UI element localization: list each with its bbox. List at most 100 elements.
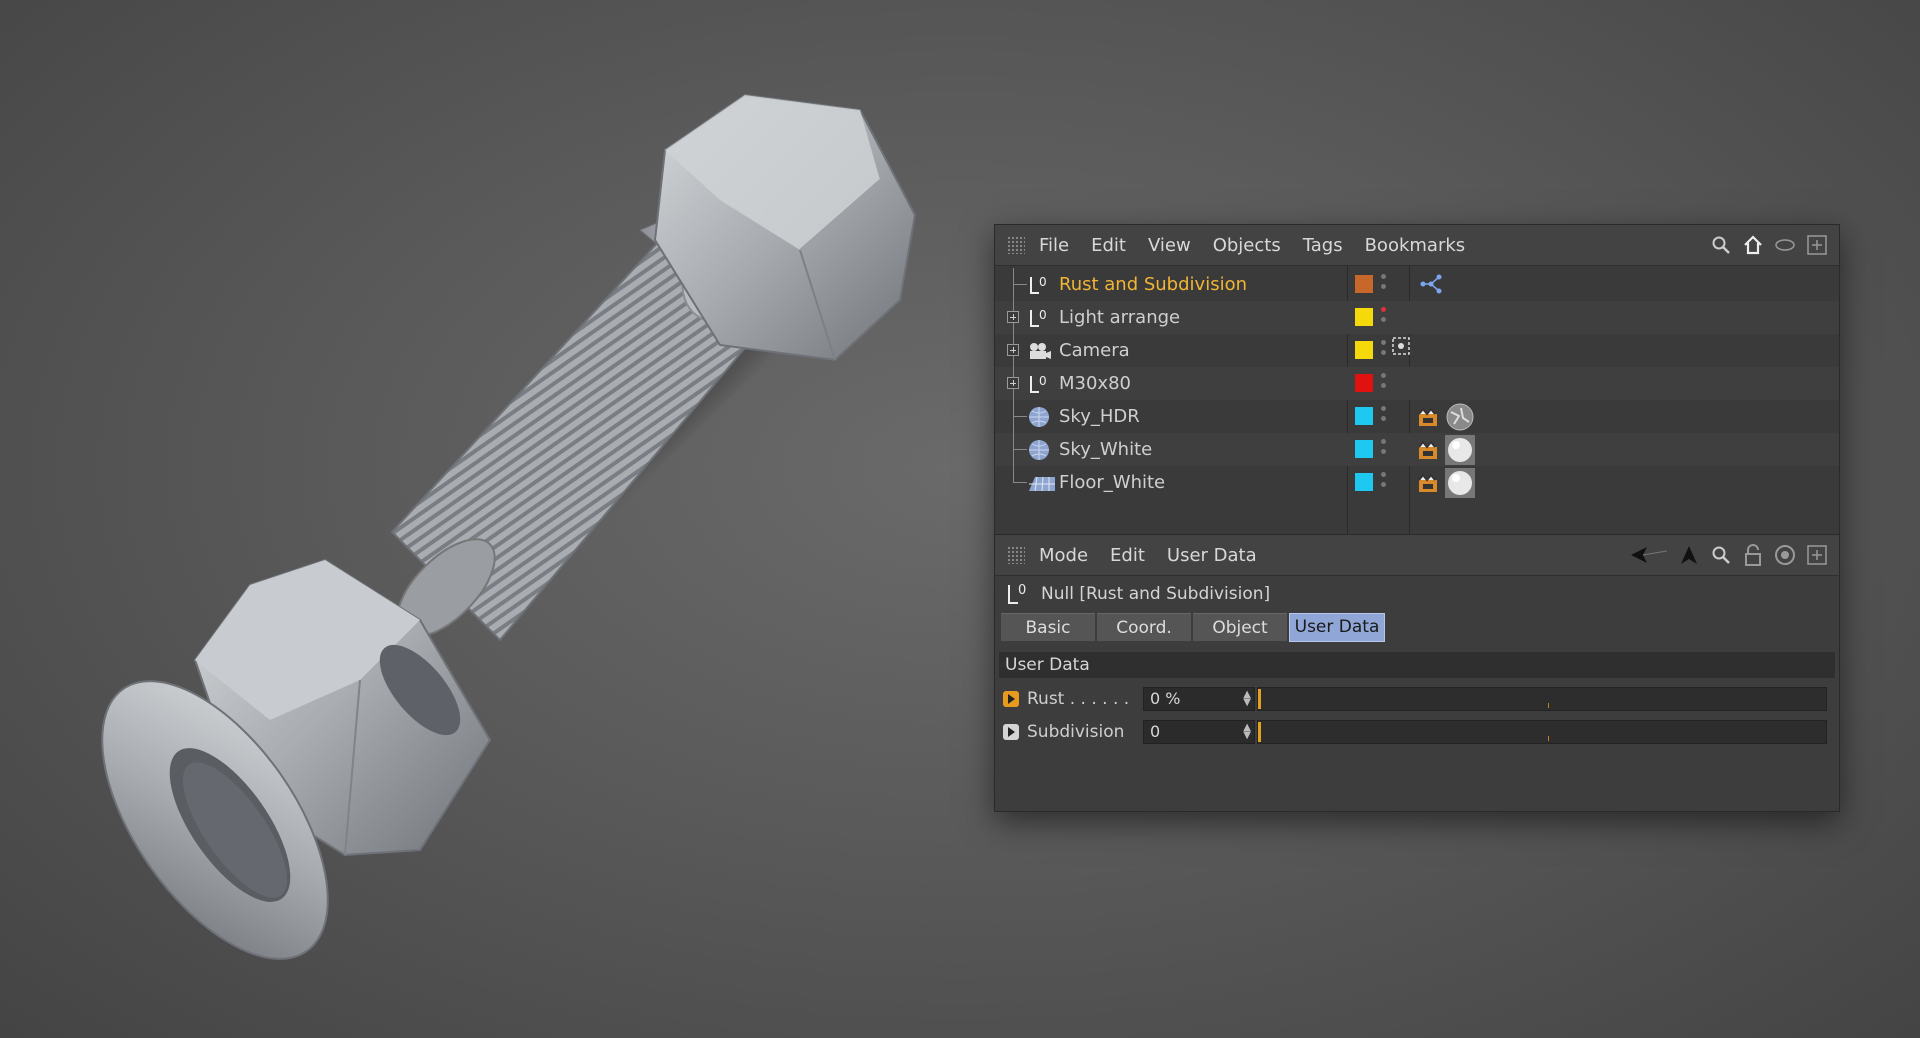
object-name[interactable]: Floor_White (1059, 472, 1165, 493)
material-sphere-icon[interactable] (1445, 468, 1475, 498)
tab-user-data[interactable]: User Data (1289, 612, 1385, 642)
menu-objects[interactable]: Objects (1213, 235, 1281, 256)
subdivision-value: 0 (1150, 722, 1161, 741)
spinner-arrows-icon[interactable]: ▲ ▼ (1243, 689, 1251, 707)
object-name[interactable]: M30x80 (1059, 373, 1131, 394)
menu-bookmarks[interactable]: Bookmarks (1365, 235, 1466, 256)
svg-text:0: 0 (1018, 583, 1026, 598)
back-arrow-icon[interactable] (1629, 543, 1669, 567)
menu-tags[interactable]: Tags (1303, 235, 1343, 256)
object-tags (1391, 336, 1411, 356)
object-row-floor-white[interactable]: Floor_White (995, 466, 1839, 499)
object-row-rust-and-subdivision[interactable]: 0 Rust and Subdivision (995, 268, 1839, 301)
material-sphere-icon[interactable] (1445, 435, 1475, 465)
menu-file[interactable]: File (1039, 235, 1069, 256)
object-list: 0 Rust and Subdivision 0 Light arrange C… (995, 266, 1839, 535)
camera-target-tag-icon[interactable] (1391, 336, 1411, 356)
slider-knob[interactable] (1258, 721, 1261, 742)
object-name[interactable]: Camera (1059, 340, 1130, 361)
svg-text:0: 0 (1039, 308, 1047, 322)
viewport-render (101, 93, 917, 960)
layer-color-swatch[interactable] (1355, 407, 1373, 425)
spinner-arrows-icon[interactable]: ▲ ▼ (1243, 722, 1251, 740)
visibility-dots[interactable] (1381, 307, 1387, 329)
rust-slider[interactable] (1257, 686, 1827, 711)
new-panel-icon[interactable] (1805, 543, 1829, 567)
visibility-dots[interactable] (1381, 439, 1387, 461)
menu-view[interactable]: View (1148, 235, 1191, 256)
attribute-object-title: 0 Null [Rust and Subdivision] (995, 576, 1839, 612)
expand-icon[interactable] (1007, 311, 1019, 323)
menu-edit[interactable]: Edit (1110, 545, 1145, 566)
visibility-dots[interactable] (1381, 406, 1387, 428)
object-row-m30x80[interactable]: 0 M30x80 (995, 367, 1839, 400)
subdivision-slider[interactable] (1257, 719, 1827, 744)
param-subdivision: Subdivision 0 ▲ ▼ (995, 715, 1839, 748)
layer-color-swatch[interactable] (1355, 440, 1373, 458)
layer-color-swatch[interactable] (1355, 473, 1373, 491)
eye-icon[interactable] (1773, 233, 1797, 257)
rust-value-field[interactable]: 0 % ▲ ▼ (1143, 686, 1255, 711)
xpresso-tag-icon[interactable] (1417, 270, 1445, 298)
expand-icon[interactable] (1007, 377, 1019, 389)
user-data-section-header[interactable]: User Data (999, 652, 1835, 678)
lock-icon[interactable] (1741, 543, 1765, 567)
attribute-title-text: Null [Rust and Subdivision] (1041, 584, 1271, 604)
object-name[interactable]: Rust and Subdivision (1059, 274, 1247, 295)
menu-edit[interactable]: Edit (1091, 235, 1126, 256)
animation-keyframe-icon[interactable] (1003, 690, 1019, 707)
null-icon: 0 (1008, 583, 1026, 604)
menu-user-data[interactable]: User Data (1167, 545, 1257, 566)
layer-color-swatch[interactable] (1355, 341, 1373, 359)
object-name[interactable]: Light arrange (1059, 307, 1180, 328)
expand-icon[interactable] (1007, 344, 1019, 356)
subdivision-value-field[interactable]: 0 ▲ ▼ (1143, 719, 1255, 744)
floor-icon (1027, 471, 1055, 495)
null-icon: 0 (1027, 273, 1051, 297)
compositing-tag-icon[interactable] (1417, 472, 1439, 494)
search-icon[interactable] (1709, 233, 1733, 257)
layer-color-swatch[interactable] (1355, 374, 1373, 392)
object-row-sky-hdr[interactable]: Sky_HDR (995, 400, 1839, 433)
object-name[interactable]: Sky_HDR (1059, 406, 1140, 427)
tab-object[interactable]: Object (1193, 613, 1287, 641)
attribute-manager-menubar: Mode Edit User Data (995, 535, 1839, 576)
tab-coord[interactable]: Coord. (1097, 613, 1191, 641)
object-row-sky-white[interactable]: Sky_White (995, 433, 1839, 466)
menu-mode[interactable]: Mode (1039, 545, 1088, 566)
visibility-dots[interactable] (1381, 274, 1387, 296)
compositing-tag-icon[interactable] (1417, 406, 1439, 428)
visibility-dots[interactable] (1381, 340, 1387, 362)
tab-basic[interactable]: Basic (1001, 613, 1095, 641)
layer-color-swatch[interactable] (1355, 308, 1373, 326)
texture-tag-icon[interactable] (1445, 402, 1475, 432)
up-arrow-icon[interactable] (1677, 543, 1701, 567)
object-name[interactable]: Sky_White (1059, 439, 1152, 460)
panel-grip-icon[interactable] (1007, 546, 1025, 564)
layer-color-swatch[interactable] (1355, 275, 1373, 293)
home-icon[interactable] (1741, 233, 1765, 257)
sky-icon (1027, 438, 1051, 462)
visibility-dots[interactable] (1381, 472, 1387, 494)
target-icon[interactable] (1773, 543, 1797, 567)
camera-icon (1027, 339, 1051, 363)
compositing-tag-icon[interactable] (1417, 439, 1439, 461)
null-icon: 0 (1027, 372, 1051, 396)
object-manager-menubar: File Edit View Objects Tags Bookmarks (995, 225, 1839, 266)
object-row-camera[interactable]: Camera (995, 334, 1839, 367)
object-row-light-arrange[interactable]: 0 Light arrange (995, 301, 1839, 334)
param-label: Subdivision (1027, 721, 1125, 742)
visibility-dots[interactable] (1381, 373, 1387, 395)
object-tags (1417, 402, 1475, 432)
panel-grip-icon[interactable] (1007, 236, 1025, 254)
param-label: Rust . . . . . . (1027, 688, 1130, 709)
bolt (390, 93, 917, 642)
animation-keyframe-icon[interactable] (1003, 723, 1019, 740)
svg-text:0: 0 (1039, 374, 1047, 388)
slider-knob[interactable] (1258, 688, 1261, 709)
search-icon[interactable] (1709, 543, 1733, 567)
object-tags (1417, 468, 1475, 498)
svg-text:0: 0 (1039, 275, 1047, 289)
new-panel-icon[interactable] (1805, 233, 1829, 257)
manager-panel: File Edit View Objects Tags Bookmarks 0 … (994, 224, 1840, 812)
